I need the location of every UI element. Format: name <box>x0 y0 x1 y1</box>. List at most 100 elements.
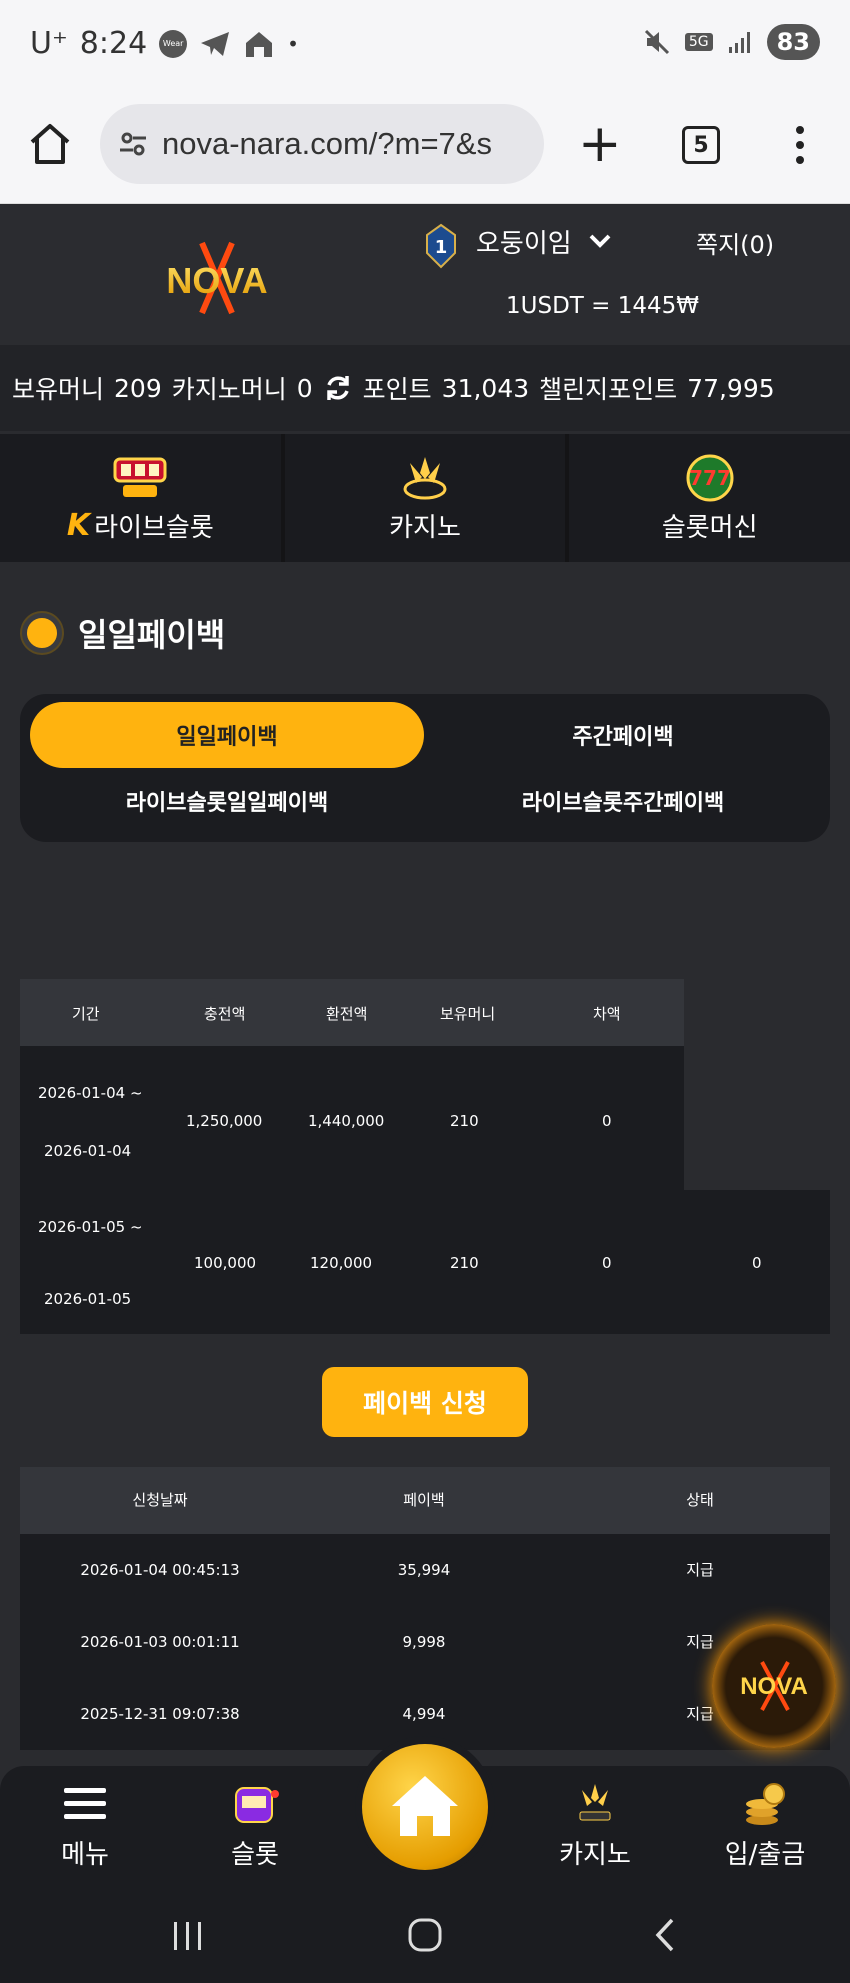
apply-payback-button[interactable]: 페이백 신청 <box>322 1367 528 1437</box>
column-header: 충전액 <box>204 1005 246 1023</box>
deposit-amount: 100,000 <box>194 1254 257 1272</box>
category-label: 슬롯머신 <box>661 512 758 543</box>
nav-label: 메뉴 <box>61 1840 109 1870</box>
k-brand-icon: K <box>66 507 91 543</box>
category-casino[interactable]: 카지노 <box>284 434 566 562</box>
nav-casino[interactable]: 카지노 <box>535 1780 655 1871</box>
column-header: 차액 <box>593 1005 621 1023</box>
nav-slot[interactable]: 슬롯 <box>195 1780 315 1871</box>
tab-live-slot-daily-payback[interactable]: 라이브슬롯일일페이백 <box>30 768 424 834</box>
chevron-down-icon[interactable] <box>588 231 612 251</box>
coins-icon <box>746 1783 785 1825</box>
challenge-points-value: 77,995 <box>687 373 775 403</box>
tab-daily-payback[interactable]: 일일페이백 <box>30 702 424 768</box>
balance-bar: 보유머니 209 카지노머니 0 포인트 31,043 챌린지포인트 77,99… <box>0 345 850 431</box>
column-header: 페이백 <box>403 1491 445 1509</box>
home-button[interactable] <box>362 1744 488 1870</box>
table-header: 신청날짜 페이백 상태 <box>20 1467 830 1534</box>
column-header: 보유머니 <box>440 1005 496 1023</box>
payback-amount: 9,998 <box>402 1633 446 1651</box>
category-label: 라이브슬롯 <box>94 512 214 543</box>
house-status-icon <box>246 31 273 57</box>
nav-label: 슬롯 <box>231 1840 279 1870</box>
withdraw-amount: 1,440,000 <box>308 1112 385 1130</box>
tab-switcher-button[interactable]: 5 <box>682 126 720 164</box>
balance-amount: 210 <box>450 1254 479 1272</box>
svg-text:777: 777 <box>689 466 731 490</box>
period-start: 2026-01-04 ~ <box>38 1084 143 1102</box>
nav-deposit-withdraw[interactable]: 입/출금 <box>705 1780 825 1871</box>
svg-text:NOVA: NOVA <box>166 260 267 301</box>
period-end: 2026-01-05 <box>44 1290 132 1308</box>
table-row: 2026-01-04 00:45:13 35,994 지급 <box>20 1534 830 1606</box>
apply-date: 2026-01-03 00:01:11 <box>80 1633 240 1651</box>
site-settings-icon[interactable] <box>118 129 148 159</box>
slots-777-icon: 777 <box>686 454 734 501</box>
nova-logo[interactable]: NOVA <box>132 233 302 323</box>
nova-logo-icon: NOVA <box>740 1661 808 1711</box>
money-value: 209 <box>114 373 162 403</box>
system-navigation-bar <box>0 1890 850 1983</box>
floating-nova-button[interactable]: NOVA <box>712 1624 836 1748</box>
points-label: 포인트 <box>362 375 432 404</box>
deposit-amount: 1,250,000 <box>186 1112 263 1130</box>
more-menu-icon[interactable] <box>790 122 810 168</box>
status-bar: U⁺ 8:24 Wear • 5G 83 <box>0 0 850 92</box>
table-header: 기간 충전액 환전액 보유머니 차액 <box>20 979 684 1046</box>
k-slot-icon <box>579 1784 611 1821</box>
network-badge: 5G <box>684 33 713 51</box>
username[interactable]: 오둥이임 <box>476 223 572 260</box>
points-value: 31,043 <box>441 373 530 403</box>
period-start: 2026-01-05 ~ <box>38 1218 143 1236</box>
nav-label: 입/출금 <box>724 1840 806 1870</box>
category-live-slot[interactable]: K 라이브슬롯 <box>0 434 281 562</box>
home-icon <box>392 1776 458 1836</box>
back-icon[interactable] <box>650 1916 680 1954</box>
hamburger-menu-icon <box>64 1788 106 1819</box>
category-label: 카지노 <box>389 512 461 543</box>
balance-amount: 210 <box>450 1112 479 1130</box>
signal-icon <box>728 32 750 53</box>
section-heading: 일일페이백 <box>22 610 225 656</box>
difference-amount: 0 <box>602 1254 612 1272</box>
apply-date: 2025-12-31 09:07:38 <box>80 1705 240 1723</box>
column-header: 환전액 <box>326 1005 368 1023</box>
browser-home-icon[interactable] <box>26 120 74 168</box>
table-row: 2026-01-03 00:01:11 9,998 지급 <box>20 1606 830 1678</box>
refresh-icon[interactable] <box>323 373 353 403</box>
apply-date: 2026-01-04 00:45:13 <box>80 1561 240 1579</box>
wear-icon: Wear <box>159 29 188 58</box>
messages-link[interactable]: 쪽지(0) <box>696 225 774 260</box>
browser-toolbar: nova-nara.com/?m=7&s + 5 <box>0 92 850 204</box>
payback-type-tabs: 일일페이백 주간페이백 라이브슬롯일일페이백 라이브슬롯주간페이백 <box>20 694 830 842</box>
tab-live-slot-weekly-payback[interactable]: 라이브슬롯주간페이백 <box>426 768 820 834</box>
carrier-label: U⁺ <box>30 26 68 61</box>
battery-indicator: 83 <box>766 24 820 60</box>
payback-status: 지급 <box>686 1561 714 1579</box>
nav-label: 카지노 <box>559 1840 631 1870</box>
svg-text:NOVA: NOVA <box>740 1673 808 1700</box>
casino-money-value: 0 <box>296 373 313 403</box>
live-slot-icon <box>113 457 167 497</box>
table-row: 2026-01-05 ~ 2026-01-05 100,000 120,000 … <box>20 1190 830 1334</box>
telegram-icon <box>201 31 230 56</box>
nav-menu[interactable]: 메뉴 <box>25 1780 145 1871</box>
column-header: 기간 <box>72 1005 100 1023</box>
address-bar[interactable]: nova-nara.com/?m=7&s <box>100 104 544 184</box>
column-header: 상태 <box>686 1491 714 1509</box>
system-home-icon[interactable] <box>406 1916 444 1954</box>
money-label: 보유머니 <box>12 375 105 404</box>
svg-text:1: 1 <box>435 237 448 258</box>
table-row: 2026-01-04 ~ 2026-01-04 1,250,000 1,440,… <box>20 1046 684 1190</box>
tab-weekly-payback[interactable]: 주간페이백 <box>426 702 820 768</box>
slot-machine-icon <box>235 1787 279 1823</box>
category-slot-machine[interactable]: 777 슬롯머신 <box>569 434 850 562</box>
mute-icon <box>644 29 669 55</box>
site-header: NOVA 1 오둥이임 쪽지(0) 1USDT = 1445₩ <box>0 205 850 345</box>
challenge-points-label: 챌린지포인트 <box>539 375 678 404</box>
new-tab-icon[interactable]: + <box>578 116 622 172</box>
exchange-rate: 1USDT = 1445₩ <box>506 293 699 319</box>
recent-apps-icon[interactable] <box>170 1918 206 1954</box>
url-text: nova-nara.com/?m=7&s <box>162 126 492 161</box>
column-header: 신청날짜 <box>132 1491 188 1509</box>
